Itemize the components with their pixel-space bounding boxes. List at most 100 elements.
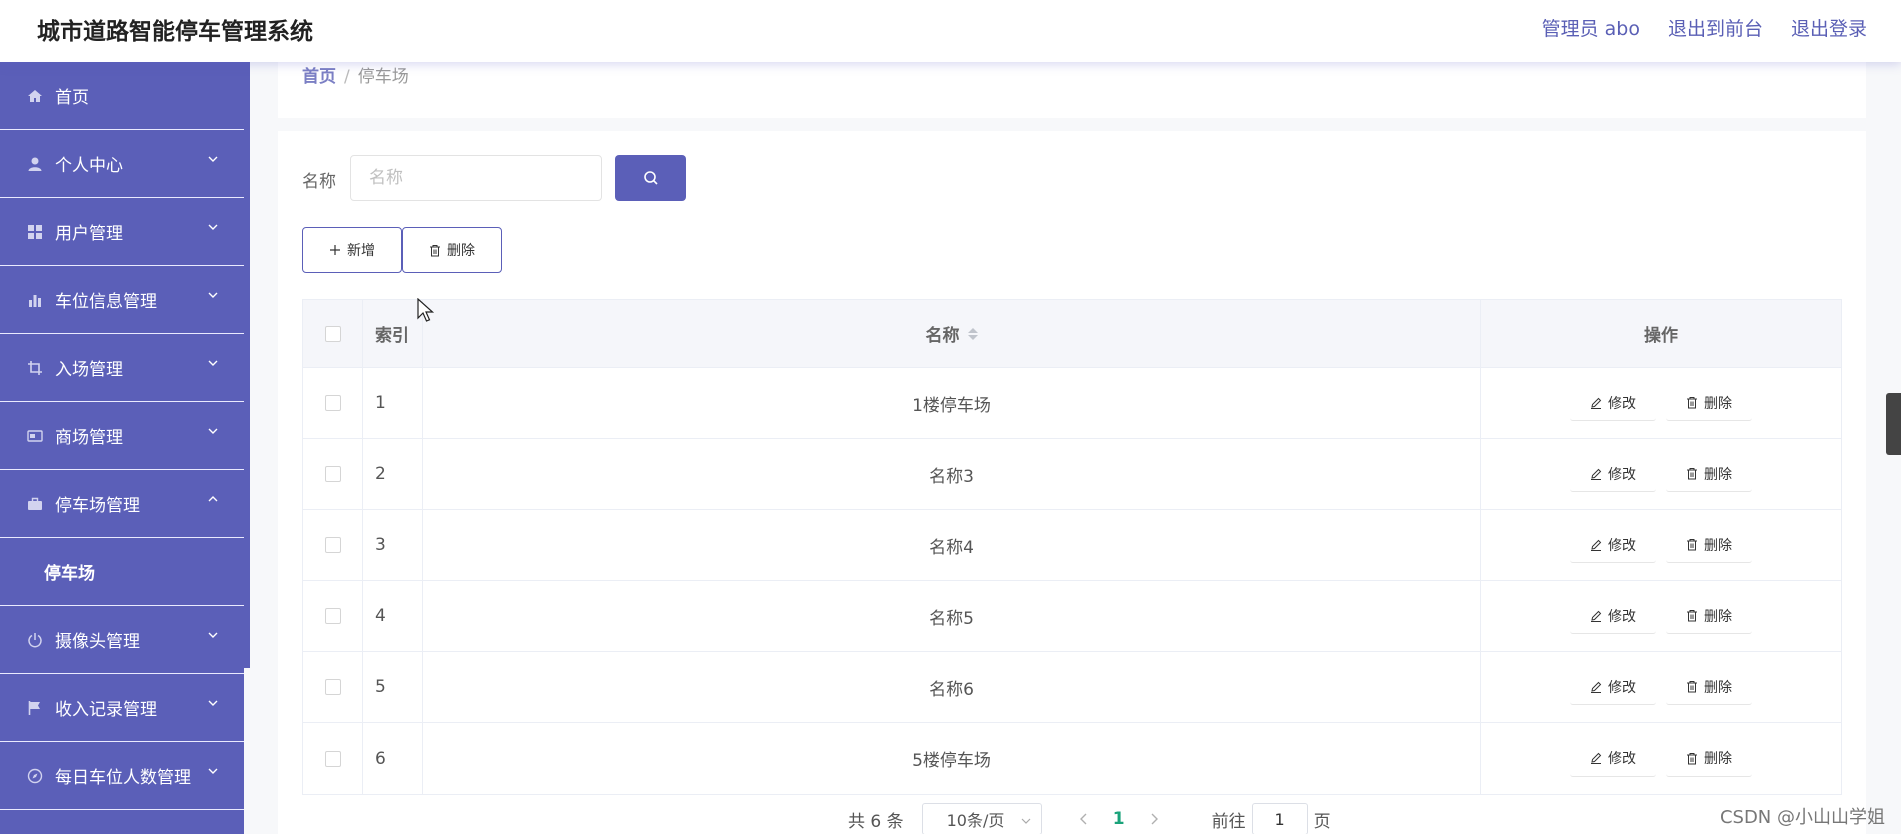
edit-button[interactable]: 修改 [1570,669,1656,705]
sidebar-item-camera-management[interactable]: 摄像头管理 [0,606,244,674]
sidebar-item-income-records[interactable]: 收入记录管理 [0,674,244,742]
chevron-up-icon [208,496,218,502]
delete-button[interactable]: 删除 [1666,598,1752,634]
edit-button[interactable]: 修改 [1570,527,1656,563]
trash-icon [1687,752,1697,764]
delete-button[interactable]: 删除 [1666,527,1752,563]
table-row: 3 名称4 修改 删除 [303,510,1841,581]
flag-icon [26,699,44,717]
row-index: 2 [363,439,423,509]
admin-user-link[interactable]: 管理员 abo [1542,14,1640,41]
chevron-down-icon [208,768,218,774]
row-checkbox[interactable] [324,395,341,411]
row-index: 1 [363,368,423,438]
chevron-down-icon [208,700,218,706]
add-button-label: 新增 [347,243,375,259]
row-index: 5 [363,652,423,722]
parking-lot-table: 索引 名称 操作 1 1楼停车场 修改 删除 2 名称3 修改 删除 3 名称4 修改 删除 4 名称5 修… [302,299,1842,795]
card-icon [26,427,44,445]
add-button[interactable]: 新增 [302,227,402,273]
chevron-down-icon [208,224,218,230]
delete-label: 删除 [1704,608,1732,625]
edit-label: 修改 [1608,395,1636,412]
chevron-left-icon [1079,813,1087,825]
search-input[interactable] [350,155,602,201]
row-checkbox[interactable] [324,608,341,624]
batch-delete-button[interactable]: 删除 [402,227,502,273]
search-button[interactable] [615,155,686,201]
sidebar-scrollbar[interactable] [244,62,250,668]
edit-icon [1591,752,1602,764]
edit-button[interactable]: 修改 [1570,598,1656,634]
row-checkbox-cell [303,368,363,438]
chevron-right-icon [1151,813,1158,825]
edit-button[interactable]: 修改 [1570,456,1656,492]
delete-button[interactable]: 删除 [1666,669,1752,705]
table-row: 6 5楼停车场 修改 删除 [303,723,1841,794]
sidebar-item-daily-spot-count[interactable]: 每日车位人数管理 [0,742,244,810]
sidebar-subitem-parking-lot[interactable]: 停车场 [0,538,244,606]
search-label: 名称 [302,172,336,192]
table-row: 4 名称5 修改 删除 [303,581,1841,652]
header-name[interactable]: 名称 [423,300,1481,367]
sidebar-item-label: 首页 [55,88,89,108]
row-checkbox[interactable] [324,750,341,767]
briefcase-icon [26,495,44,513]
sidebar-item-label: 用户管理 [55,224,123,244]
pagination: 共 6 条 10条/页 1 前往 页 [848,803,1331,834]
logout-link[interactable]: 退出登录 [1791,14,1867,41]
edit-button[interactable]: 修改 [1570,385,1656,421]
delete-button[interactable]: 删除 [1666,456,1752,492]
page-size-select[interactable]: 10条/页 [921,803,1042,834]
row-checkbox[interactable] [324,537,341,553]
chevron-down-icon [208,292,218,298]
exit-to-frontend-link[interactable]: 退出到前台 [1668,14,1763,41]
row-checkbox[interactable] [324,679,341,695]
sidebar: 首页 个人中心 用户管理 车位信息管理 入场管理 商场管理 停车场管理 停车场 … [0,62,244,834]
edit-icon [1591,468,1602,480]
goto-suffix: 页 [1313,811,1331,832]
sidebar-item-user-management[interactable]: 用户管理 [0,198,244,266]
delete-label: 删除 [1704,537,1732,554]
table-body: 1 1楼停车场 修改 删除 2 名称3 修改 删除 3 名称4 修改 删除 4 名称5 修改 删除 5 名称6 修改… [303,368,1841,794]
goto-prefix: 前往 [1211,811,1246,832]
delete-button[interactable]: 删除 [1666,741,1752,777]
top-header: 城市道路智能停车管理系统 管理员 abo 退出到前台 退出登录 [0,0,1901,62]
edit-label: 修改 [1608,679,1636,696]
delete-button[interactable]: 删除 [1666,385,1752,421]
batch-delete-label: 删除 [447,243,475,259]
main-content-card: 名称 新增 删除 索引 名称 操作 11楼停车场修改删除2名称3修改删除3名称4… [278,131,1866,834]
goto-page-input[interactable] [1251,803,1308,834]
header-index: 索引 [363,300,423,367]
sidebar-item-personal-center[interactable]: 个人中心 [0,130,244,198]
table-row: 5 名称6 修改 删除 [303,652,1841,723]
row-index: 3 [363,510,423,580]
row-name: 名称3 [423,439,1481,509]
breadcrumb-home[interactable]: 首页 [302,67,336,87]
row-checkbox-cell [303,439,363,509]
sidebar-item-home[interactable]: 首页 [0,62,244,130]
side-collapse-tab[interactable] [1886,393,1901,455]
select-all-checkbox[interactable] [324,325,341,342]
sidebar-item-entry-management[interactable]: 入场管理 [0,334,244,402]
sidebar-item-parking-management[interactable]: 停车场管理 [0,470,244,538]
sidebar-item-label: 商场管理 [55,428,123,448]
trash-icon [1687,397,1697,409]
row-checkbox[interactable] [324,466,341,482]
next-page-button[interactable] [1136,813,1172,825]
sort-icon[interactable] [967,327,978,340]
page-number-active[interactable]: 1 [1102,809,1136,829]
sidebar-item-label: 入场管理 [55,360,123,380]
prev-page-button[interactable] [1066,813,1102,825]
trash-icon [1687,681,1697,693]
home-icon [26,87,44,105]
edit-icon [1591,610,1602,622]
user-icon [26,155,44,173]
row-actions: 修改 删除 [1481,368,1841,438]
sidebar-item-spot-info[interactable]: 车位信息管理 [0,266,244,334]
row-actions: 修改 删除 [1481,652,1841,722]
power-icon [26,631,44,649]
sidebar-item-mall-management[interactable]: 商场管理 [0,402,244,470]
edit-button[interactable]: 修改 [1570,741,1656,777]
page-size-value: 10条/页 [946,811,1005,830]
